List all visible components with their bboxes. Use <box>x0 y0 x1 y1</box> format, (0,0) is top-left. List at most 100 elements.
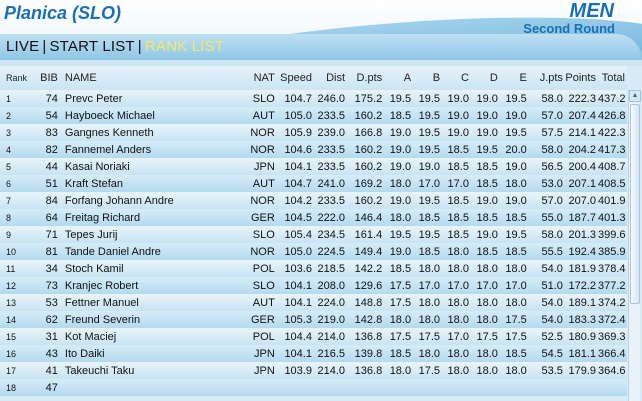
cell-speed: 104.5 <box>276 209 314 226</box>
table-row[interactable]: 14 62 Freund Severin GER 105.3 219.0 142.8 18.0… <box>0 311 627 328</box>
cell-speed: 104.2 <box>276 192 314 209</box>
cell-judge-c: 18.0 <box>442 362 471 379</box>
table-row[interactable]: 6 51 Kraft Stefan AUT 104.7 241.0 169.2 18.0 17.… <box>0 175 627 192</box>
cell-rank: 5 <box>0 158 36 175</box>
vertical-scrollbar[interactable]: ▲ <box>628 90 641 401</box>
cell-judge-d: 18.5 <box>470 158 500 175</box>
cell-jpts: 53.5 <box>528 362 565 379</box>
cell-nat: AUT <box>245 294 277 311</box>
cell-judge-a: 19.5 <box>384 90 414 107</box>
table-row[interactable]: 11 34 Stoch Kamil POL 103.6 218.5 142.2 18.5 18.… <box>0 260 627 277</box>
table-row[interactable]: 18 47 <box>0 379 627 396</box>
cell-jpts: 55.0 <box>528 209 565 226</box>
table-row[interactable]: 2 54 Hayboeck Michael AUT 105.0 233.5 160.2 18.… <box>0 107 627 124</box>
cell-total: 364.6 <box>597 362 627 379</box>
cell-speed: 104.7 <box>276 90 314 107</box>
cell-bib: 47 <box>35 379 60 396</box>
cell-judge-c: 17.0 <box>442 277 471 294</box>
cell-speed: 105.4 <box>276 226 314 243</box>
cell-rank: 9 <box>0 226 36 243</box>
cell-judge-c: 18.5 <box>442 141 471 158</box>
cell-dist: 219.0 <box>313 311 348 328</box>
cell-points: 179.9 <box>564 362 598 379</box>
table-row[interactable]: 12 73 Kranjec Robert SLO 104.1 208.0 129.6 17.5… <box>0 277 627 294</box>
cell-judge-d: 19.0 <box>470 107 500 124</box>
table-body: 1 74 Prevc Peter SLO 104.7 246.0 175.2 19.5 19.5… <box>0 90 627 396</box>
cell-judge-d: 18.5 <box>470 209 500 226</box>
scroll-up-arrow-icon[interactable]: ▲ <box>629 90 641 102</box>
column-header-judge-a: A <box>384 66 414 90</box>
table-row[interactable]: 16 43 Ito Daiki JPN 104.1 216.5 139.8 18.5 18.0 1… <box>0 345 627 362</box>
cell-judge-b: 18.5 <box>413 243 443 260</box>
cell-speed: 105.9 <box>276 124 314 141</box>
cell-name: Freitag Richard <box>59 209 246 226</box>
cell-jpts: 57.0 <box>528 192 565 209</box>
table-row[interactable]: 10 81 Tande Daniel Andre NOR 105.0 224.5 149.4… <box>0 243 627 260</box>
cell-bib: 41 <box>35 362 60 379</box>
scrollbar-thumb[interactable] <box>630 104 640 304</box>
cell-total: 426.8 <box>597 107 627 124</box>
table-row[interactable]: 4 82 Fannemel Anders NOR 104.6 233.5 160.2 19.0… <box>0 141 627 158</box>
cell-judge-c: 18.5 <box>442 226 471 243</box>
cell-judge-e: 18.0 <box>499 294 529 311</box>
cell-dpts: 136.8 <box>347 362 385 379</box>
table-row[interactable]: 8 64 Freitag Richard GER 104.5 222.0 146.4 18.0… <box>0 209 627 226</box>
cell-dist: 216.5 <box>313 345 348 362</box>
column-header-judge-d: D <box>470 66 500 90</box>
cell-jpts: 57.0 <box>528 107 565 124</box>
cell-speed <box>276 379 314 396</box>
cell-rank: 17 <box>0 362 36 379</box>
table-row[interactable]: 17 41 Takeuchi Taku JPN 103.9 214.0 136.8 18.0 1… <box>0 362 627 379</box>
cell-points: 200.4 <box>564 158 598 175</box>
cell-rank: 3 <box>0 124 36 141</box>
table-row[interactable]: 3 83 Gangnes Kenneth NOR 105.9 239.0 166.8 19.0… <box>0 124 627 141</box>
cell-name: Kranjec Robert <box>59 277 246 294</box>
cell-judge-c: 17.0 <box>442 175 471 192</box>
cell-name: Gangnes Kenneth <box>59 124 246 141</box>
cell-nat: POL <box>245 328 277 345</box>
table-row[interactable]: 7 84 Forfang Johann Andre NOR 104.2 233.5 160.… <box>0 192 627 209</box>
cell-dist: 233.5 <box>313 192 348 209</box>
cell-judge-b: 17.0 <box>413 277 443 294</box>
cell-judge-d: 19.0 <box>470 90 500 107</box>
column-header-dist: Dist <box>313 66 348 90</box>
cell-judge-a: 17.5 <box>384 294 414 311</box>
cell-jpts: 51.0 <box>528 277 565 294</box>
cell-judge-c: 19.0 <box>442 124 471 141</box>
cell-dist: 218.5 <box>313 260 348 277</box>
table-row[interactable]: 1 74 Prevc Peter SLO 104.7 246.0 175.2 19.5 19.5… <box>0 90 627 107</box>
cell-speed: 104.7 <box>276 175 314 192</box>
tab-start-list[interactable]: START LIST <box>49 38 134 55</box>
table-row[interactable]: 9 71 Tepes Jurij SLO 105.4 234.5 161.4 19.5 19.5… <box>0 226 627 243</box>
table-row[interactable]: 5 44 Kasai Noriaki JPN 104.1 233.5 160.2 19.0 19… <box>0 158 627 175</box>
cell-dist: 233.5 <box>313 141 348 158</box>
cell-judge-c: 18.5 <box>442 209 471 226</box>
column-header-judge-b: B <box>413 66 443 90</box>
cell-rank: 15 <box>0 328 36 345</box>
cell-nat: GER <box>245 209 277 226</box>
cell-points: 181.9 <box>564 260 598 277</box>
cell-name: Prevc Peter <box>59 90 246 107</box>
cell-speed: 105.0 <box>276 107 314 124</box>
cell-judge-b: 18.0 <box>413 345 443 362</box>
cell-name: Tepes Jurij <box>59 226 246 243</box>
cell-judge-d: 18.0 <box>470 294 500 311</box>
column-header-name: NAME <box>59 66 246 90</box>
cell-judge-b: 19.0 <box>413 158 443 175</box>
cell-total: 422.3 <box>597 124 627 141</box>
table-row[interactable]: 13 53 Fettner Manuel AUT 104.1 224.0 148.8 17.5… <box>0 294 627 311</box>
cell-judge-b: 19.5 <box>413 192 443 209</box>
cell-judge-b: 18.0 <box>413 294 443 311</box>
cell-judge-b: 19.5 <box>413 107 443 124</box>
cell-bib: 51 <box>35 175 60 192</box>
tab-rank-list[interactable]: RANK LIST <box>145 38 224 55</box>
cell-judge-e: 17.5 <box>499 311 529 328</box>
table-row[interactable]: 15 31 Kot Maciej POL 104.4 214.0 136.8 17.5 17.5… <box>0 328 627 345</box>
cell-judge-e: 17.0 <box>499 277 529 294</box>
tab-separator: | <box>137 38 142 55</box>
rank-list-table-container: Rank BIB NAME NAT Speed Dist D.pts A B C D E J.pts Po… <box>0 66 642 401</box>
cell-bib: 34 <box>35 260 60 277</box>
cell-total: 399.6 <box>597 226 627 243</box>
cell-judge-e: 17.5 <box>499 328 529 345</box>
tab-live[interactable]: LIVE <box>6 38 39 55</box>
